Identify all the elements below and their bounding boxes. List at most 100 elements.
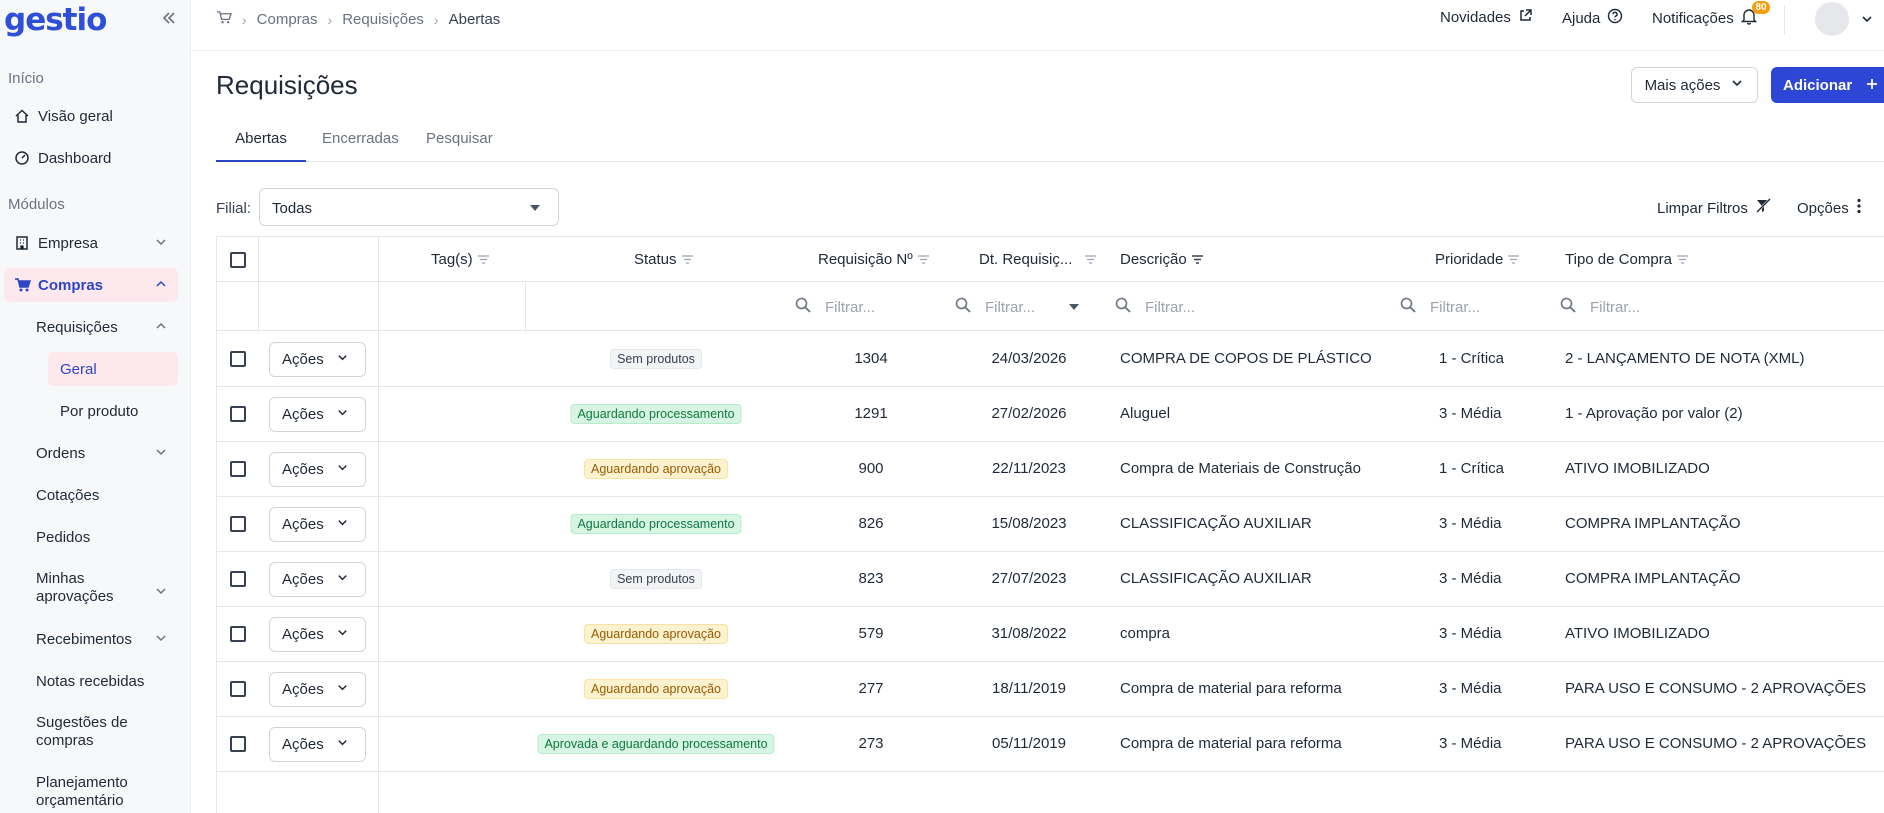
ajuda-label: Ajuda <box>1562 9 1601 27</box>
sidebar-item-label: Requisições <box>36 318 118 336</box>
row-actions-button[interactable]: Ações <box>269 397 366 432</box>
row-actions-button[interactable]: Ações <box>269 342 366 377</box>
tipo-compra-filter-input[interactable]: Filtrar... <box>1560 297 1640 317</box>
sidebar-item-geral[interactable]: Geral <box>48 352 178 386</box>
row-actions-button[interactable]: Ações <box>269 617 366 652</box>
gestio-logo[interactable]: gestio <box>4 2 107 38</box>
cart-icon[interactable] <box>216 10 232 29</box>
novidades-label: Novidades <box>1440 9 1511 26</box>
table-row: Ações Aguardando aprovação 579 31/08/202… <box>217 607 1884 662</box>
row-checkbox[interactable] <box>230 571 246 587</box>
chevron-right-icon: › <box>327 11 333 28</box>
sidebar-item-label: Ordens <box>36 444 86 462</box>
row-checkbox[interactable] <box>230 461 246 477</box>
row-checkbox[interactable] <box>230 516 246 532</box>
requisicao-number[interactable]: 900 <box>821 460 921 477</box>
prioridade-filter-input[interactable]: Filtrar... <box>1400 297 1480 317</box>
column-header-status[interactable]: Status <box>634 251 693 268</box>
tab-pesquisar[interactable]: Pesquisar <box>426 130 493 162</box>
requisicao-number[interactable]: 273 <box>821 735 921 752</box>
row-checkbox[interactable] <box>230 681 246 697</box>
tab-abertas[interactable]: Abertas <box>216 130 306 162</box>
chevron-down-icon <box>336 571 349 588</box>
add-button[interactable]: Adicionar <box>1771 67 1884 103</box>
row-actions-button[interactable]: Ações <box>269 727 366 762</box>
chevron-down-icon <box>336 626 349 643</box>
sidebar-item-por-produto[interactable]: Por produto <box>60 394 178 428</box>
requisicao-number[interactable]: 823 <box>821 570 921 587</box>
row-actions-button[interactable]: Ações <box>269 507 366 542</box>
requisicao-prioridade: 3 - Média <box>1439 735 1502 752</box>
row-checkbox[interactable] <box>230 406 246 422</box>
clear-filters-button[interactable]: Limpar Filtros <box>1657 198 1772 218</box>
table-header: Tag(s) Status Requisição Nº Dt. Requisiç… <box>217 237 1884 282</box>
sidebar-item-recebimentos[interactable]: Recebimentos <box>36 622 178 656</box>
row-checkbox[interactable] <box>230 626 246 642</box>
novidades-link[interactable]: Novidades <box>1440 8 1533 27</box>
chevron-down-icon <box>1730 76 1744 94</box>
row-actions-button[interactable]: Ações <box>269 562 366 597</box>
row-actions-button[interactable]: Ações <box>269 452 366 487</box>
filter-lines-icon <box>681 251 693 268</box>
column-header-requisicao[interactable]: Requisição Nº <box>818 251 929 268</box>
column-header-prioridade[interactable]: Prioridade <box>1435 251 1520 268</box>
ajuda-link[interactable]: Ajuda <box>1562 8 1623 28</box>
requisicao-number[interactable]: 826 <box>821 515 921 532</box>
column-header-tags[interactable]: Tag(s) <box>431 251 489 268</box>
more-actions-button[interactable]: Mais ações <box>1631 67 1758 103</box>
collapse-sidebar-icon[interactable] <box>160 9 180 31</box>
sidebar-item-dashboard[interactable]: Dashboard <box>12 141 178 175</box>
tab-encerradas[interactable]: Encerradas <box>322 130 399 162</box>
filter-lines-icon <box>1677 251 1688 268</box>
sidebar-item-minhas-aprovacoes[interactable]: Minhas aprovações <box>36 570 178 610</box>
select-all-checkbox[interactable] <box>230 252 246 268</box>
sidebar-item-pedidos[interactable]: Pedidos <box>36 520 178 554</box>
requisicao-descricao: CLASSIFICAÇÃO AUXILIAR <box>1120 515 1312 532</box>
requisicao-prioridade: 3 - Média <box>1439 405 1502 422</box>
requisicao-descricao: compra <box>1120 625 1171 642</box>
sidebar-item-ordens[interactable]: Ordens <box>36 436 178 470</box>
more-actions-label: Mais ações <box>1644 76 1721 94</box>
sidebar-item-requisicoes[interactable]: Requisições <box>36 310 178 344</box>
requisicao-filter-input[interactable]: Filtrar... <box>795 297 875 317</box>
requisicao-number[interactable]: 579 <box>821 625 921 642</box>
sidebar-item-sugestoes-de-compras[interactable]: Sugestões de compras <box>36 714 178 754</box>
requisicao-number[interactable]: 277 <box>821 680 921 697</box>
descricao-filter-input[interactable]: Filtrar... <box>1115 297 1195 317</box>
table-row: Ações Sem produtos 823 27/07/2023 CLASSI… <box>217 552 1884 607</box>
requisicao-tipo-compra: 2 - LANÇAMENTO DE NOTA (XML) <box>1565 350 1805 367</box>
breadcrumb-compras[interactable]: Compras <box>257 11 318 28</box>
sidebar-item-notas-recebidas[interactable]: Notas recebidas <box>36 664 178 698</box>
caret-down-icon[interactable] <box>1069 304 1080 310</box>
row-actions-label: Ações <box>282 351 324 368</box>
data-filter-input[interactable]: Filtrar... <box>955 297 1080 317</box>
avatar[interactable] <box>1815 2 1849 36</box>
options-button[interactable]: Opções <box>1797 198 1861 218</box>
sidebar-item-compras[interactable]: Compras <box>4 268 178 302</box>
column-header-dt-requisicao[interactable]: Dt. Requisiç... <box>979 251 1097 268</box>
row-checkbox[interactable] <box>230 736 246 752</box>
search-icon <box>795 297 811 317</box>
chevron-down-icon[interactable] <box>1860 12 1874 30</box>
requisicoes-table: Tag(s) Status Requisição Nº Dt. Requisiç… <box>216 236 1884 813</box>
sidebar: gestio Início Visão geral Dashboard Módu… <box>0 0 191 813</box>
sidebar-item-cotacoes[interactable]: Cotações <box>36 478 178 512</box>
column-header-tipo-compra[interactable]: Tipo de Compra <box>1565 251 1688 268</box>
row-checkbox[interactable] <box>230 351 246 367</box>
row-actions-label: Ações <box>282 406 324 423</box>
column-header-descricao[interactable]: Descrição <box>1120 251 1203 268</box>
sidebar-item-label: Visão geral <box>38 107 113 125</box>
row-actions-button[interactable]: Ações <box>269 672 366 707</box>
requisicao-number[interactable]: 1304 <box>821 350 921 367</box>
chevron-down-icon <box>336 351 349 368</box>
chevron-right-icon: › <box>242 11 247 28</box>
sidebar-item-visao-geral[interactable]: Visão geral <box>12 99 178 133</box>
notificacoes-link[interactable]: Notificações 80 <box>1652 1 1770 29</box>
requisicao-date: 15/08/2023 <box>991 515 1067 532</box>
status-badge: Sem produtos <box>610 349 702 369</box>
breadcrumb-requisicoes[interactable]: Requisições <box>342 11 424 28</box>
requisicao-number[interactable]: 1291 <box>821 405 921 422</box>
filial-select[interactable]: Todas <box>259 188 559 226</box>
sidebar-item-planejamento-orcamentario[interactable]: Planejamento orçamentário <box>36 774 178 813</box>
sidebar-item-empresa[interactable]: Empresa <box>12 226 178 260</box>
